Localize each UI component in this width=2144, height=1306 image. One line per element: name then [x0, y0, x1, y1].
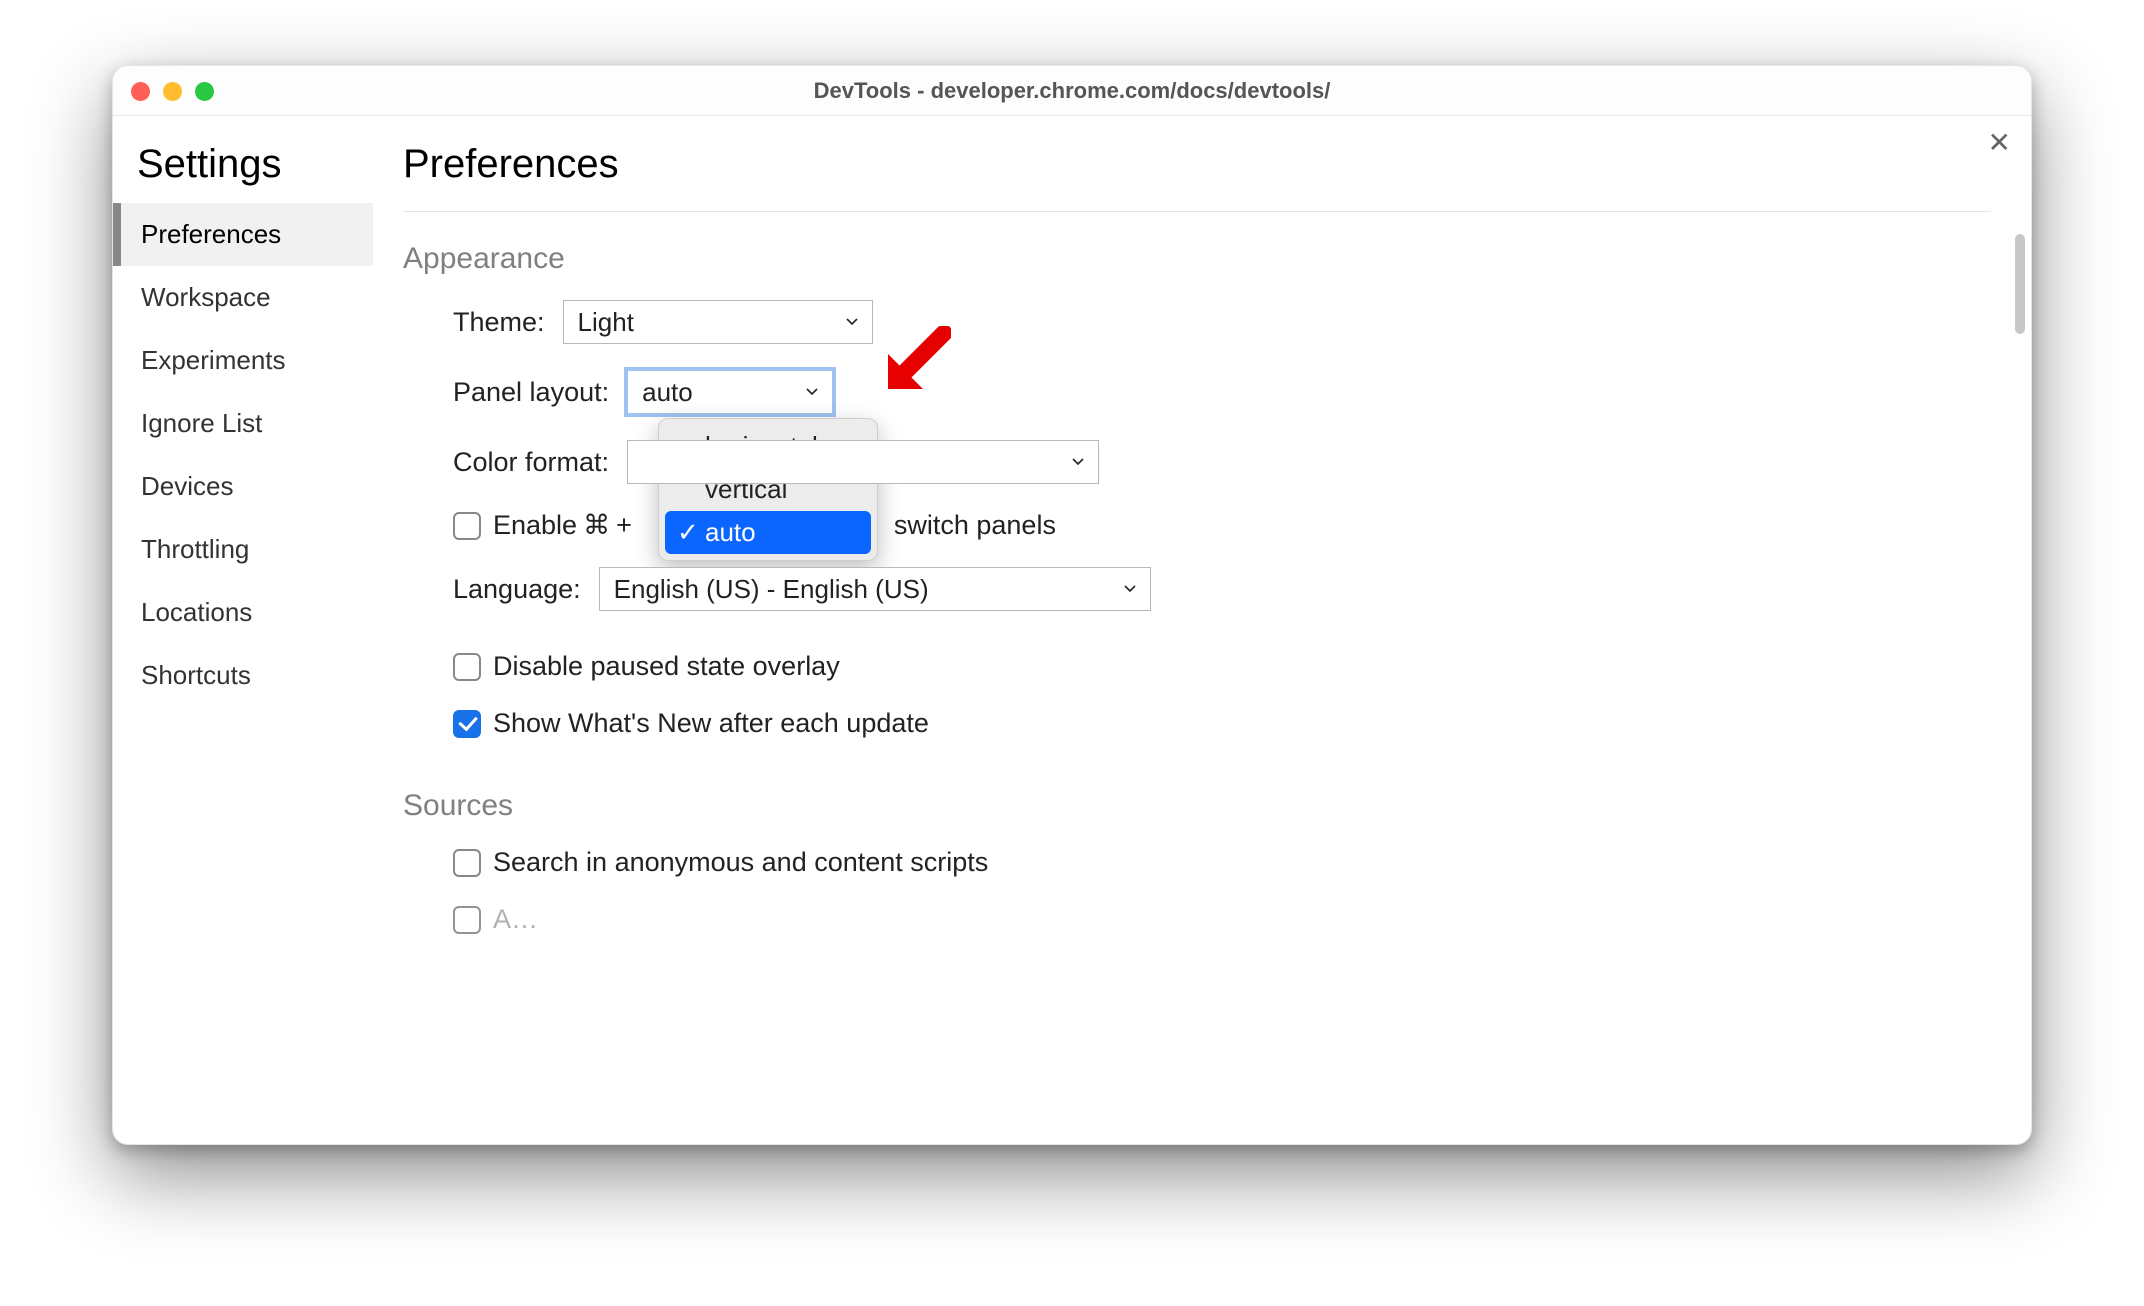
theme-label: Theme:: [453, 307, 545, 338]
section-sources: Sources Search in anonymous and content …: [403, 789, 1991, 935]
whatsnew-checkbox[interactable]: [453, 710, 481, 738]
sidebar-item-experiments[interactable]: Experiments: [113, 329, 373, 392]
disable-overlay-row: Disable paused state overlay: [403, 651, 1991, 682]
sidebar-item-label: Throttling: [141, 534, 249, 564]
sidebar-item-label: Locations: [141, 597, 252, 627]
theme-select-value: Light: [578, 307, 634, 338]
search-anon-row: Search in anonymous and content scripts: [403, 847, 1991, 878]
color-format-row: Color format:: [403, 440, 1991, 484]
annotation-arrow-icon: [881, 326, 951, 401]
window-minimize-icon[interactable]: [163, 82, 182, 101]
panel-layout-select[interactable]: auto: [627, 370, 833, 414]
enable-shortcut-checkbox[interactable]: [453, 512, 481, 540]
language-select-value: English (US) - English (US): [614, 574, 929, 605]
dropdown-option-label: auto: [705, 517, 756, 547]
sidebar-list: Preferences Workspace Experiments Ignore…: [113, 203, 373, 707]
sidebar-item-ignore-list[interactable]: Ignore List: [113, 392, 373, 455]
sidebar: Settings Preferences Workspace Experimen…: [113, 116, 373, 1144]
window-traffic-lights: [131, 82, 214, 101]
panel-layout-row: Panel layout: auto horizonta: [403, 370, 1991, 414]
sidebar-item-label: Shortcuts: [141, 660, 251, 690]
whatsnew-label: Show What's New after each update: [493, 708, 929, 739]
language-row: Language: English (US) - English (US): [403, 567, 1991, 611]
chevron-down-icon: [846, 318, 858, 326]
theme-row: Theme: Light: [403, 300, 1991, 344]
search-anon-checkbox[interactable]: [453, 849, 481, 877]
color-format-label: Color format:: [453, 447, 609, 478]
window-titlebar: DevTools - developer.chrome.com/docs/dev…: [113, 66, 2031, 116]
sidebar-item-preferences[interactable]: Preferences: [113, 203, 373, 266]
disable-overlay-checkbox[interactable]: [453, 653, 481, 681]
settings-content: ✕ Settings Preferences Workspace Experim…: [113, 116, 2031, 1144]
theme-select[interactable]: Light: [563, 300, 873, 344]
enable-shortcut-row: Enable ⌘ + switch panels: [403, 510, 1991, 541]
section-appearance-heading: Appearance: [403, 242, 1991, 276]
disable-overlay-label: Disable paused state overlay: [493, 651, 840, 682]
sidebar-item-locations[interactable]: Locations: [113, 581, 373, 644]
sidebar-item-label: Preferences: [141, 219, 281, 249]
sidebar-item-label: Ignore List: [141, 408, 262, 438]
truncated-row: A…: [403, 904, 1991, 935]
command-icon: ⌘: [583, 510, 610, 541]
chevron-down-icon: [1072, 458, 1084, 466]
devtools-settings-window: DevTools - developer.chrome.com/docs/dev…: [112, 65, 2032, 1145]
section-sources-heading: Sources: [403, 789, 1991, 823]
window-maximize-icon[interactable]: [195, 82, 214, 101]
sidebar-item-label: Devices: [141, 471, 233, 501]
color-format-select[interactable]: [627, 440, 1099, 484]
sidebar-item-shortcuts[interactable]: Shortcuts: [113, 644, 373, 707]
search-anon-label: Search in anonymous and content scripts: [493, 847, 988, 878]
sidebar-item-label: Experiments: [141, 345, 286, 375]
divider: [403, 211, 1991, 212]
sidebar-item-workspace[interactable]: Workspace: [113, 266, 373, 329]
truncated-label: A…: [493, 904, 538, 935]
sidebar-item-label: Workspace: [141, 282, 271, 312]
window-title: DevTools - developer.chrome.com/docs/dev…: [113, 78, 2031, 104]
panel-layout-select-value: auto: [642, 377, 693, 408]
language-label: Language:: [453, 574, 581, 605]
sidebar-item-devices[interactable]: Devices: [113, 455, 373, 518]
page-title: Preferences: [403, 142, 1991, 187]
main-panel: Preferences Appearance Theme: Light Pane…: [373, 116, 2031, 1144]
sidebar-item-throttling[interactable]: Throttling: [113, 518, 373, 581]
settings-heading: Settings: [113, 142, 373, 203]
language-select[interactable]: English (US) - English (US): [599, 567, 1151, 611]
chevron-down-icon: [1124, 585, 1136, 593]
window-close-icon[interactable]: [131, 82, 150, 101]
dropdown-option-auto[interactable]: auto: [665, 511, 871, 554]
whatsnew-row: Show What's New after each update: [403, 708, 1991, 739]
truncated-checkbox[interactable]: [453, 906, 481, 934]
panel-layout-label: Panel layout:: [453, 377, 609, 408]
chevron-down-icon: [806, 388, 818, 396]
